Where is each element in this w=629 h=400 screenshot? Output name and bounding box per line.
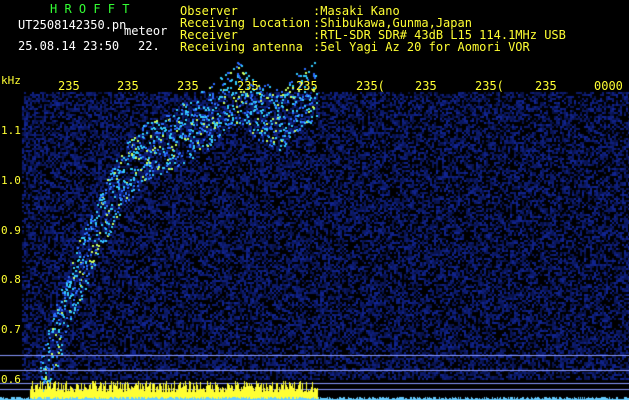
x-tick: 235( bbox=[475, 79, 504, 93]
spectrogram-canvas bbox=[0, 0, 629, 400]
y-tick-1-1: 1.1 bbox=[1, 124, 21, 137]
x-tick: 235 bbox=[296, 79, 318, 93]
file-name: UT2508142350.pn bbox=[18, 18, 127, 32]
y-tick-1-0: 1.0 bbox=[1, 174, 21, 187]
x-tick: 235 bbox=[58, 79, 80, 93]
x-tick: 235( bbox=[356, 79, 385, 93]
x-tick: 235 bbox=[237, 79, 259, 93]
x-tick: 235 bbox=[177, 79, 199, 93]
y-tick-0-8: 0.8 bbox=[1, 273, 21, 286]
date-time: 25.08.14 23:50 bbox=[18, 39, 120, 53]
app-title: H R O F F T bbox=[50, 2, 130, 16]
x-tick: 235 bbox=[415, 79, 437, 93]
x-tick: 235 bbox=[535, 79, 557, 93]
y-unit-label: kHz bbox=[1, 74, 21, 87]
x-tick: 235 bbox=[117, 79, 139, 93]
x-tick: 0000 bbox=[594, 79, 623, 93]
antenna-value: :5el Yagi Az 20 for Aomori VOR bbox=[313, 40, 530, 54]
y-tick-0-7: 0.7 bbox=[1, 323, 21, 336]
y-tick-0-6: 0.6 bbox=[1, 373, 21, 386]
count-value: 22. bbox=[138, 39, 160, 53]
y-tick-0-9: 0.9 bbox=[1, 224, 21, 237]
antenna-label: Receiving antenna bbox=[180, 40, 303, 54]
event-type: meteor bbox=[124, 24, 168, 38]
